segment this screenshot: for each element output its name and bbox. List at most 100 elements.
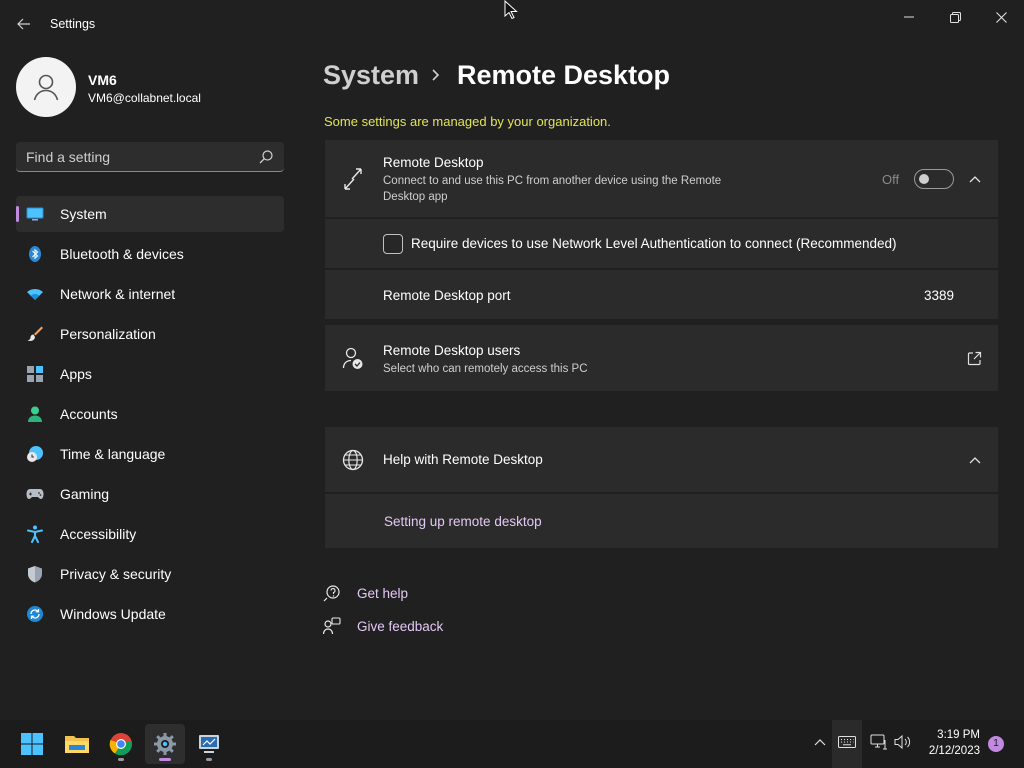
sidebar-item-personalization[interactable]: Personalization bbox=[16, 316, 284, 352]
chevron-up-icon bbox=[969, 176, 981, 183]
search-icon[interactable] bbox=[258, 149, 274, 165]
remote-desktop-toggle[interactable] bbox=[914, 169, 954, 189]
user-email: VM6@collabnet.local bbox=[88, 91, 201, 105]
restore-button[interactable] bbox=[932, 4, 978, 30]
remote-desktop-description: Connect to and use this PC from another … bbox=[383, 175, 722, 203]
sidebar-item-label: Gaming bbox=[60, 486, 110, 502]
volume-icon bbox=[894, 734, 911, 750]
wifi-icon bbox=[27, 289, 43, 300]
show-hidden-icons-button[interactable] bbox=[810, 732, 830, 752]
mouse-cursor-icon bbox=[504, 0, 518, 20]
setting-up-remote-desktop-link[interactable]: Setting up remote desktop bbox=[384, 514, 542, 529]
sidebar-item-accounts[interactable]: Accounts bbox=[16, 396, 284, 432]
globe-icon bbox=[342, 449, 364, 471]
chrome-button[interactable] bbox=[101, 724, 141, 764]
back-button[interactable] bbox=[8, 10, 40, 38]
sidebar-item-label: Personalization bbox=[60, 326, 156, 342]
back-arrow-icon bbox=[17, 18, 30, 30]
active-indicator bbox=[159, 758, 171, 761]
gamepad-icon bbox=[26, 489, 44, 499]
managed-notice: Some settings are managed by your organi… bbox=[324, 114, 611, 129]
keyboard-icon bbox=[838, 736, 856, 748]
accounts-icon bbox=[28, 406, 42, 422]
sidebar-item-label: Privacy & security bbox=[60, 566, 172, 582]
file-explorer-icon bbox=[65, 736, 89, 753]
file-explorer-button[interactable] bbox=[57, 724, 97, 764]
network-status-button[interactable] bbox=[869, 732, 889, 752]
sidebar-item-label: Apps bbox=[60, 366, 92, 382]
give-feedback-link[interactable]: Give feedback bbox=[357, 619, 443, 634]
collapse-help-button[interactable] bbox=[964, 450, 986, 470]
nla-checkbox[interactable] bbox=[383, 234, 403, 254]
running-indicator bbox=[118, 758, 124, 761]
remote-desktop-icon bbox=[344, 168, 362, 190]
search-input[interactable] bbox=[26, 148, 246, 166]
network-icon bbox=[870, 734, 887, 750]
bluetooth-icon bbox=[29, 246, 41, 262]
sidebar-item-accessibility[interactable]: Accessibility bbox=[16, 516, 284, 552]
start-button[interactable] bbox=[12, 724, 52, 764]
clock-time[interactable]: 3:19 PM bbox=[926, 729, 980, 741]
chrome-icon bbox=[109, 733, 133, 756]
sidebar-item-network[interactable]: Network & internet bbox=[16, 276, 284, 312]
breadcrumb-parent[interactable]: System bbox=[323, 60, 419, 91]
system-icon bbox=[26, 207, 44, 221]
feedback-icon bbox=[323, 617, 341, 635]
minimize-button[interactable] bbox=[886, 4, 932, 30]
brush-icon bbox=[27, 326, 43, 341]
sidebar-item-label: System bbox=[60, 206, 107, 222]
sidebar-item-gaming[interactable]: Gaming bbox=[16, 476, 284, 512]
sidebar-item-windows-update[interactable]: Windows Update bbox=[16, 596, 284, 632]
sidebar-item-label: Accounts bbox=[60, 406, 118, 422]
selection-indicator bbox=[16, 206, 19, 222]
user-icon bbox=[33, 74, 59, 101]
get-help-icon bbox=[323, 585, 340, 602]
toggle-state-label: Off bbox=[882, 172, 900, 187]
settings-taskbar-button[interactable] bbox=[145, 724, 185, 764]
open-external-icon[interactable] bbox=[967, 351, 982, 366]
touch-keyboard-button[interactable] bbox=[837, 732, 857, 752]
restore-icon bbox=[949, 11, 961, 23]
page-title: Remote Desktop bbox=[457, 60, 671, 90]
collapse-remote-desktop-button[interactable] bbox=[964, 169, 986, 189]
volume-button[interactable] bbox=[893, 732, 913, 752]
remote-desktop-users-card[interactable] bbox=[325, 325, 998, 391]
sidebar-item-privacy-security[interactable]: Privacy & security bbox=[16, 556, 284, 592]
chevron-up-icon bbox=[814, 739, 826, 746]
sidebar-item-apps[interactable]: Apps bbox=[16, 356, 284, 392]
sidebar-item-label: Time & language bbox=[60, 446, 166, 462]
sidebar-item-label: Windows Update bbox=[60, 606, 166, 622]
nla-label[interactable]: Require devices to use Network Level Aut… bbox=[411, 236, 897, 251]
start-icon bbox=[21, 733, 43, 755]
shield-icon bbox=[28, 566, 42, 583]
sidebar-item-time-language[interactable]: Time & language bbox=[16, 436, 284, 472]
sidebar-item-bluetooth[interactable]: Bluetooth & devices bbox=[16, 236, 284, 272]
user-check-icon bbox=[342, 347, 363, 369]
remote-desktop-taskbar-button[interactable] bbox=[189, 724, 229, 764]
remote-desktop-icon bbox=[199, 735, 219, 753]
sidebar-item-label: Accessibility bbox=[60, 526, 137, 542]
remote-desktop-users-title: Remote Desktop users bbox=[383, 343, 521, 358]
help-title: Help with Remote Desktop bbox=[383, 452, 543, 467]
avatar[interactable] bbox=[16, 57, 76, 117]
app-title: Settings bbox=[50, 17, 96, 31]
remote-desktop-title: Remote Desktop bbox=[383, 155, 484, 170]
user-name: VM6 bbox=[88, 72, 117, 88]
chevron-up-icon bbox=[969, 457, 981, 464]
remote-desktop-users-description: Select who can remotely access this PC bbox=[383, 363, 588, 375]
accessibility-icon bbox=[27, 525, 43, 543]
toggle-knob bbox=[919, 174, 929, 184]
notification-badge[interactable]: 1 bbox=[988, 736, 1004, 752]
minimize-icon bbox=[904, 16, 914, 18]
close-icon bbox=[995, 11, 1007, 23]
port-label: Remote Desktop port bbox=[383, 288, 511, 303]
get-help-link[interactable]: Get help bbox=[357, 586, 408, 601]
apps-icon bbox=[27, 366, 43, 382]
search-box[interactable] bbox=[16, 142, 284, 172]
clock-date[interactable]: 2/12/2023 bbox=[916, 745, 980, 757]
update-icon bbox=[27, 606, 43, 622]
sidebar-item-label: Network & internet bbox=[60, 286, 176, 302]
time-language-icon bbox=[27, 446, 43, 462]
close-button[interactable] bbox=[978, 4, 1024, 30]
sidebar-item-system[interactable]: System bbox=[16, 196, 284, 232]
